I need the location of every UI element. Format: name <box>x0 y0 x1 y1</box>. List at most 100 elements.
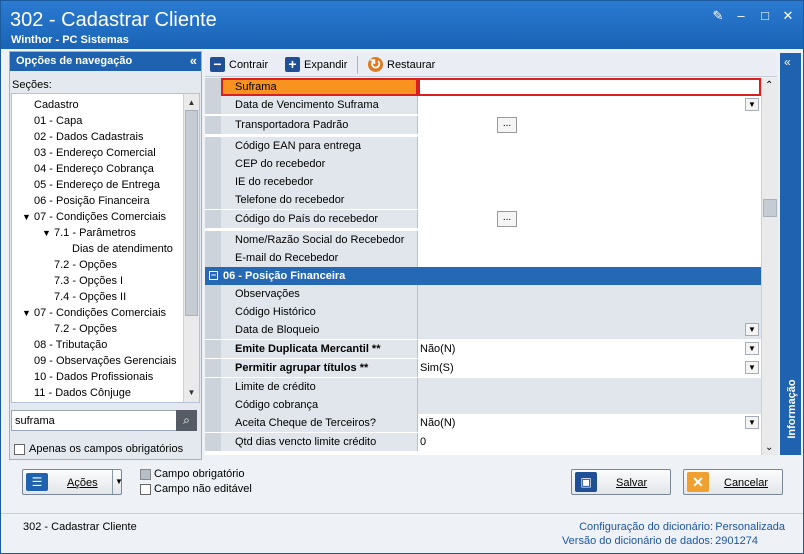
property-value[interactable] <box>418 210 761 228</box>
tree-item[interactable]: 7.4 - Opções II <box>54 289 126 305</box>
property-row: Código cobrança <box>205 396 761 414</box>
property-row: Emite Duplicata Mercantil ** Não(N) ▼ <box>205 340 761 358</box>
restore-button[interactable]: Restaurar <box>387 57 435 73</box>
row-gutter <box>205 359 221 377</box>
maximize-icon[interactable]: □ <box>758 9 772 23</box>
only-required-checkbox[interactable] <box>14 444 25 455</box>
save-button[interactable]: ▣ Salvar <box>571 469 671 495</box>
property-value <box>418 378 761 396</box>
search-icon[interactable]: ⌕ <box>176 410 197 431</box>
actions-icon: ☰ <box>26 473 48 491</box>
tree-item[interactable]: 06 - Posição Financeira <box>34 193 150 209</box>
grid-scroll-thumb[interactable] <box>763 199 777 217</box>
scroll-thumb[interactable] <box>185 110 198 316</box>
tree-scrollbar[interactable]: ▲ ▼ <box>183 94 199 402</box>
property-name: Limite de crédito <box>221 378 418 396</box>
minimize-icon[interactable]: – <box>734 9 748 23</box>
property-value[interactable] <box>418 231 761 249</box>
dropdown-arrow-icon[interactable]: ▼ <box>115 477 123 486</box>
grid-toolbar: − Contrair + Expandir ↻ Restaurar <box>205 53 777 77</box>
property-value[interactable] <box>418 116 761 134</box>
tree-item[interactable]: 07 - Condições Comerciais <box>34 209 166 225</box>
property-value[interactable]: Não(N) <box>418 414 761 432</box>
property-row: CEP do recebedor <box>205 155 761 173</box>
property-value[interactable]: Sim(S) <box>418 359 761 377</box>
collapse-section-icon[interactable]: − <box>209 271 218 280</box>
tree-item[interactable]: 07 - Condições Comerciais <box>34 305 166 321</box>
property-value[interactable] <box>418 78 761 96</box>
tree-item[interactable]: 03 - Endereço Comercial <box>34 145 156 161</box>
property-row: Data de Bloqueio ▼ <box>205 321 761 339</box>
required-legend-label: Campo obrigatório <box>154 468 245 480</box>
row-gutter <box>205 137 221 155</box>
tree-item[interactable]: Cadastro <box>34 97 79 113</box>
property-value[interactable] <box>418 137 761 155</box>
ellipsis-button[interactable]: ... <box>497 211 517 227</box>
property-value[interactable] <box>418 155 761 173</box>
dropdown-arrow-icon[interactable]: ▼ <box>745 323 759 336</box>
tree-toggle-icon[interactable]: ▼ <box>42 228 51 238</box>
property-value[interactable] <box>418 249 761 267</box>
tree-toggle-icon[interactable]: ▼ <box>22 308 31 318</box>
restore-icon[interactable]: ↻ <box>368 57 383 72</box>
ellipsis-button[interactable]: ... <box>497 117 517 133</box>
property-value[interactable] <box>418 96 761 114</box>
property-value[interactable] <box>418 173 761 191</box>
tree-item[interactable]: 01 - Capa <box>34 113 82 129</box>
dropdown-arrow-icon[interactable]: ▼ <box>745 342 759 355</box>
edit-window-icon[interactable]: ✎ <box>711 9 725 23</box>
property-value[interactable]: 0 <box>418 433 761 451</box>
property-value <box>418 396 761 414</box>
grid-scroll-down-icon[interactable]: ⌄ <box>765 442 773 453</box>
tree-item[interactable]: 7.3 - Opções I <box>54 273 123 289</box>
property-value[interactable] <box>418 191 761 209</box>
close-icon[interactable]: ✕ <box>781 9 795 23</box>
grid-scrollbar[interactable]: ⌃ ⌄ <box>761 78 778 455</box>
tree-item[interactable]: 09 - Observações Gerenciais <box>34 353 176 369</box>
property-row: Data de Vencimento Suframa ▼ <box>205 96 761 114</box>
tree-item[interactable]: 10 - Dados Profissionais <box>34 369 153 385</box>
scroll-down-icon[interactable]: ▼ <box>184 386 199 400</box>
grid-scroll-up-icon[interactable]: ⌃ <box>765 80 773 91</box>
property-value <box>418 303 761 321</box>
tree-item[interactable]: 08 - Tributação <box>34 337 107 353</box>
tree-item[interactable]: 05 - Endereço de Entrega <box>34 177 160 193</box>
tree-item[interactable]: 02 - Dados Cadastrais <box>34 129 143 145</box>
sections-tree[interactable]: ▲ ▼ Cadastro 01 - Capa 02 - Dados Cadastra… <box>11 93 200 403</box>
tree-item[interactable]: 7.2 - Opções <box>54 257 117 273</box>
section-search-input[interactable]: suframa <box>11 410 196 431</box>
property-value <box>418 285 761 303</box>
dict-config-value: Personalizada <box>715 521 785 533</box>
info-side-tab[interactable]: « Informação <box>780 53 801 455</box>
tree-item[interactable]: Dias de atendimento <box>72 241 173 257</box>
footer-title: 302 - Cadastrar Cliente <box>23 521 137 533</box>
tree-item[interactable]: 7.1 - Parâmetros <box>54 225 136 241</box>
tree-toggle-icon[interactable]: ▼ <box>22 212 31 222</box>
actions-button[interactable]: ☰ Ações ▼ <box>22 469 123 495</box>
only-required-label: Apenas os campos obrigatórios <box>29 443 184 455</box>
tree-item[interactable]: 11 - Dados Cônjuge <box>34 385 131 401</box>
dropdown-arrow-icon[interactable]: ▼ <box>745 416 759 429</box>
section-header[interactable]: −06 - Posição Financeira <box>205 267 761 285</box>
property-name: Código Histórico <box>221 303 418 321</box>
dropdown-arrow-icon[interactable]: ▼ <box>745 98 759 111</box>
expand-button[interactable]: Expandir <box>304 57 347 73</box>
property-row: Qtd dias vencto limite crédito 0 <box>205 433 761 451</box>
dropdown-arrow-icon[interactable]: ▼ <box>745 361 759 374</box>
tree-item[interactable]: 04 - Endereço Cobrança <box>34 161 154 177</box>
save-label: Salvar <box>616 477 648 489</box>
expand-icon[interactable]: + <box>285 57 300 72</box>
property-name: Aceita Cheque de Terceiros? <box>221 414 418 432</box>
collapse-icon[interactable]: − <box>210 57 225 72</box>
property-row: Suframa <box>205 78 761 96</box>
expand-side-icon[interactable]: « <box>784 55 791 69</box>
tree-item[interactable]: 7.2 - Opções <box>54 321 117 337</box>
cancel-button[interactable]: ✕ Cancelar <box>683 469 783 495</box>
collapse-button[interactable]: Contrair <box>229 57 268 73</box>
property-value <box>418 321 761 339</box>
collapse-panel-icon[interactable]: « <box>190 53 197 68</box>
property-value[interactable]: Não(N) <box>418 340 761 358</box>
toolbar-divider <box>357 56 358 74</box>
scroll-up-icon[interactable]: ▲ <box>184 96 199 110</box>
readonly-legend-swatch <box>140 484 151 495</box>
